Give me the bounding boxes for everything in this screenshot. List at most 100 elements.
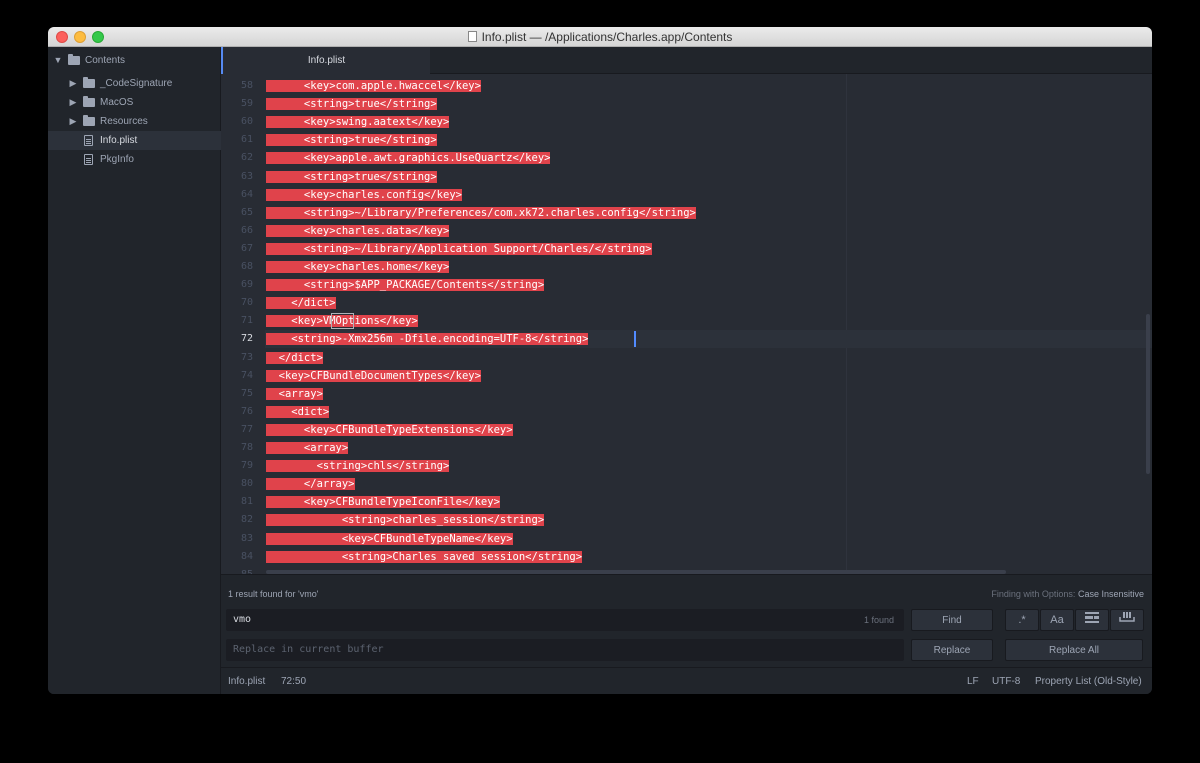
tree-item-info-plist[interactable]: Info.plist <box>48 131 221 150</box>
selected-code-text: <key>CFBundleTypeExtensions</key> <box>266 423 513 436</box>
tree-item-label: _CodeSignature <box>100 78 173 89</box>
line-number: 80 <box>240 478 253 490</box>
line-number: 66 <box>240 224 253 236</box>
chevron-right-icon[interactable]: ▶ <box>68 93 78 112</box>
code-line[interactable]: <array> <box>266 385 323 403</box>
code-line[interactable]: <key>apple.awt.graphics.UseQuartz</key> <box>266 149 551 167</box>
selected-code-text: <key>CFBundleTypeIconFile</key> <box>266 496 500 509</box>
code-line[interactable]: <string>~/Library/Preferences/com.xk72.c… <box>266 204 696 222</box>
line-number: 82 <box>240 514 253 526</box>
line-number: 59 <box>240 98 253 110</box>
selected-code-text: </array> <box>266 478 355 491</box>
code-line[interactable]: <key>swing.aatext</key> <box>266 113 450 131</box>
line-number: 67 <box>240 242 253 254</box>
code-line[interactable]: </dict> <box>266 349 323 367</box>
status-grammar[interactable]: Property List (Old-Style) <box>1035 668 1142 694</box>
line-number: 71 <box>240 315 253 327</box>
line-number: 64 <box>240 188 253 200</box>
line-number: 58 <box>240 80 253 91</box>
whole-word-toggle[interactable] <box>1110 609 1144 631</box>
tab-info-plist[interactable]: Info.plist <box>221 47 430 74</box>
tree-item-label: Info.plist <box>100 135 138 146</box>
file-icon <box>84 135 93 146</box>
line-number: 69 <box>240 279 253 291</box>
case-sensitive-toggle[interactable]: Aa <box>1040 609 1074 631</box>
tree-root-contents[interactable]: ▼ Contents <box>48 51 221 70</box>
code-line[interactable]: <key>CFBundleTypeExtensions</key> <box>266 421 513 439</box>
folder-icon <box>83 115 95 126</box>
status-file-name[interactable]: Info.plist <box>228 668 265 694</box>
replace-button[interactable]: Replace <box>911 639 993 661</box>
folder-icon <box>83 96 95 107</box>
selected-code-text: <key>apple.awt.graphics.UseQuartz</key> <box>266 152 551 165</box>
selected-code-text: <string>~/Library/Application Support/Ch… <box>266 242 652 255</box>
line-number: 68 <box>240 261 253 272</box>
code-line[interactable]: <string>Charles saved session</string> <box>266 548 583 566</box>
line-number: 61 <box>240 134 253 146</box>
tree-item-codesignature[interactable]: ▶ _CodeSignature <box>48 74 221 93</box>
code-line[interactable]: <key>charles.data</key> <box>266 222 450 240</box>
selected-code-text: <string>charles_session</string> <box>266 514 545 527</box>
code-line[interactable]: <key>charles.config</key> <box>266 186 462 204</box>
title-bar: Info.plist — /Applications/Charles.app/C… <box>48 27 1152 47</box>
find-button[interactable]: Find <box>911 609 993 631</box>
line-number: 60 <box>240 116 253 128</box>
code-line[interactable]: <string>~/Library/Application Support/Ch… <box>266 240 652 258</box>
folder-icon <box>68 54 80 65</box>
code-line[interactable]: <string>chls</string> <box>266 457 450 475</box>
editor-window: Info.plist — /Applications/Charles.app/C… <box>48 27 1152 694</box>
line-number: 79 <box>240 460 253 472</box>
code-line[interactable]: <string>charles_session</string> <box>266 511 545 529</box>
found-count: 1 found <box>863 615 894 625</box>
selected-code-text: <key>CFBundleTypeName</key> <box>266 532 513 545</box>
code-line[interactable]: <array> <box>266 439 349 457</box>
replace-input[interactable]: Replace in current buffer <box>226 639 904 661</box>
line-number: 74 <box>240 369 253 381</box>
vertical-scrollbar[interactable] <box>1146 314 1150 474</box>
code-line[interactable]: <string>-Xmx256m -Dfile.encoding=UTF-8</… <box>266 330 589 348</box>
code-line[interactable]: <string>true</string> <box>266 168 437 186</box>
tree-item-label: Resources <box>100 116 148 127</box>
line-number: 63 <box>240 170 253 182</box>
find-input[interactable]: vmo 1 found <box>226 609 904 631</box>
tree-item-macos[interactable]: ▶ MacOS <box>48 93 221 112</box>
window-title: Info.plist — /Applications/Charles.app/C… <box>48 30 1152 44</box>
selected-code-text: <key>charles.home</key> <box>266 261 450 273</box>
code-line[interactable]: <key>CFBundleTypeName</key> <box>266 530 513 548</box>
regex-toggle[interactable]: .* <box>1005 609 1039 631</box>
line-number: 77 <box>240 423 253 435</box>
code-line[interactable]: <key>CFBundleTypeIconFile</key> <box>266 493 500 511</box>
chevron-right-icon[interactable]: ▶ <box>68 74 78 93</box>
line-number: 85 <box>241 566 253 574</box>
tree-view: ▼ Contents ▶ _CodeSignature ▶ MacOS ▶ Re… <box>48 47 221 694</box>
status-line-ending[interactable]: LF <box>967 668 979 694</box>
line-number: 83 <box>240 532 253 544</box>
code-line[interactable]: <dict> <box>266 403 330 421</box>
selected-code-text: <string>$APP_PACKAGE/Contents</string> <box>266 279 545 292</box>
status-encoding[interactable]: UTF-8 <box>992 668 1020 694</box>
code-line[interactable]: <key>charles.home</key> <box>266 258 450 276</box>
code-line[interactable]: <string>true</string> <box>266 131 437 149</box>
chevron-down-icon[interactable]: ▼ <box>53 51 63 70</box>
status-cursor-position[interactable]: 72:50 <box>281 668 306 694</box>
text-cursor <box>634 331 637 348</box>
text-editor[interactable]: 58 59 60 61 62 63 64 65 66 67 68 69 70 71 72 73 74 75 76 77… <box>221 74 1152 574</box>
tree-root-label: Contents <box>85 55 126 66</box>
line-number: 70 <box>240 297 253 309</box>
code-line[interactable]: </array> <box>266 475 355 493</box>
code-line[interactable]: </dict> <box>266 294 336 312</box>
code-line[interactable]: <string>true</string> <box>266 95 437 113</box>
code-line[interactable]: <key>CFBundleDocumentTypes</key> <box>266 367 481 385</box>
code-line[interactable]: <key>com.apple.hwaccel</key> <box>266 77 481 95</box>
code-line[interactable]: <string>$APP_PACKAGE/Contents</string> <box>266 276 545 294</box>
line-number: 78 <box>240 442 253 453</box>
line-number: 75 <box>240 387 253 399</box>
chevron-right-icon[interactable]: ▶ <box>68 112 78 131</box>
in-selection-toggle[interactable] <box>1075 609 1109 631</box>
selected-code-text: <string>true</string> <box>266 170 437 183</box>
replace-all-button[interactable]: Replace All <box>1005 639 1143 661</box>
tree-item-resources[interactable]: ▶ Resources <box>48 112 221 131</box>
selected-code-text: <key>CFBundleDocumentTypes</key> <box>266 369 481 382</box>
tree-item-pkginfo[interactable]: PkgInfo <box>48 150 221 169</box>
selected-code-text: <string>chls</string> <box>266 460 450 473</box>
